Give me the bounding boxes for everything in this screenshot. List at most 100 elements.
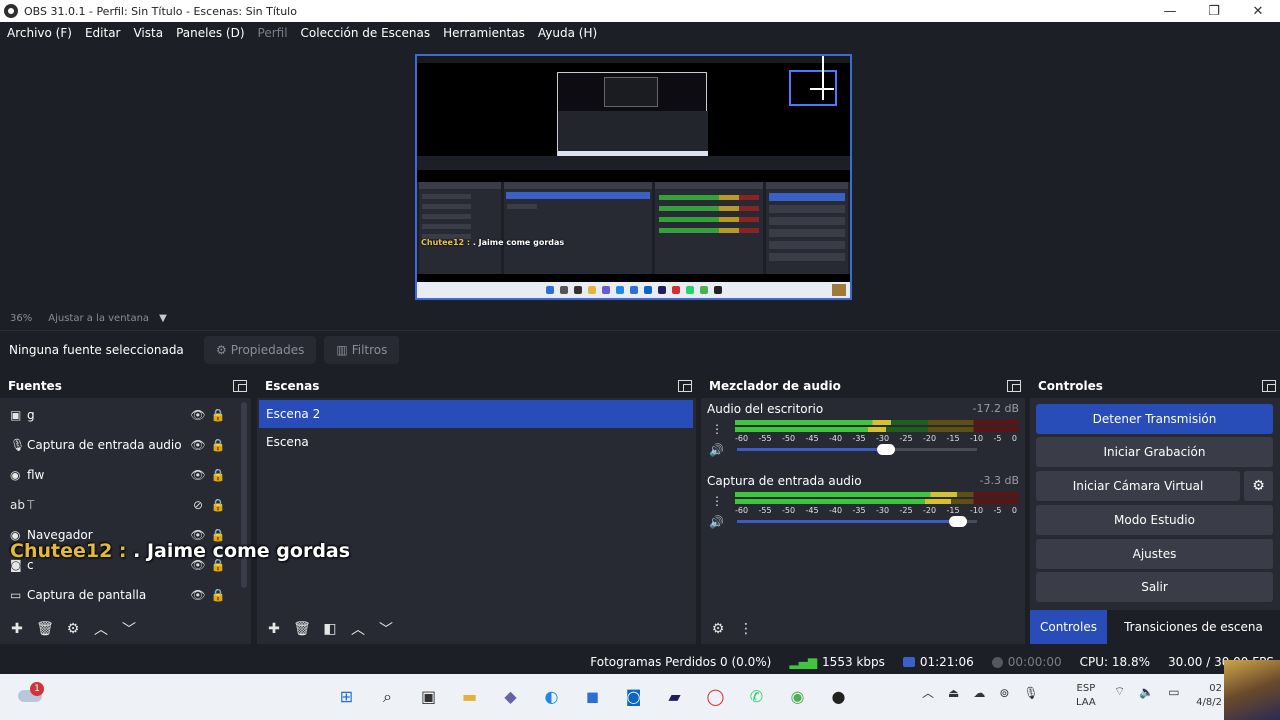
maximize-button[interactable]: ❐ bbox=[1192, 0, 1236, 22]
eye-icon[interactable]: 👁 bbox=[188, 408, 208, 422]
source-row[interactable]: 🎙 Captura de entrada audio 👁 🔒 bbox=[0, 430, 240, 460]
filters-button[interactable]: ▥ Filtros bbox=[324, 335, 400, 364]
eye-icon[interactable]: 👁 bbox=[188, 588, 208, 602]
store-icon[interactable]: ◼ bbox=[578, 682, 607, 711]
cpu-usage: CPU: 18.8% bbox=[1079, 655, 1151, 669]
opera-icon[interactable]: ◯ bbox=[701, 682, 730, 711]
channel-name: Audio del escritorio bbox=[707, 402, 824, 416]
preview-nested-docks bbox=[558, 111, 708, 151]
trash-icon[interactable]: 🗑 bbox=[291, 618, 313, 640]
menu-coleccion-escenas[interactable]: Colección de Escenas bbox=[301, 26, 431, 40]
minimize-button[interactable]: — bbox=[1148, 0, 1192, 22]
source-row[interactable]: ◉ flw 👁 🔒 bbox=[0, 460, 240, 490]
virtual-camera-gear-icon[interactable]: ⚙ bbox=[1244, 471, 1273, 501]
file-explorer-icon[interactable]: ▬ bbox=[455, 682, 484, 711]
preview-canvas[interactable]: Chutee12 : . Jaime come gordas bbox=[415, 54, 852, 300]
volume-slider[interactable] bbox=[737, 444, 977, 455]
lang-top: ESP bbox=[1076, 683, 1096, 694]
stop-stream-button[interactable]: Detener Transmisión bbox=[1036, 404, 1273, 434]
chevron-up-icon[interactable]: ︿ bbox=[922, 684, 934, 701]
whatsapp-icon[interactable]: ✆ bbox=[742, 682, 771, 711]
speaker-icon[interactable]: 🔊 bbox=[709, 515, 724, 529]
battery-icon[interactable]: ▭ bbox=[1168, 685, 1179, 699]
exit-button[interactable]: Salir bbox=[1036, 572, 1273, 602]
undock-icon[interactable] bbox=[1262, 380, 1276, 392]
undock-icon[interactable] bbox=[678, 380, 692, 392]
channel-menu-icon[interactable]: ⋮ bbox=[711, 494, 723, 508]
usb-icon[interactable]: ⏏ bbox=[948, 686, 959, 700]
menu-perfil[interactable]: Perfil bbox=[258, 26, 288, 40]
add-source-icon[interactable]: ✚ bbox=[6, 618, 28, 640]
scene-filters-icon[interactable]: ◧ bbox=[319, 618, 341, 640]
windows-start-icon[interactable]: ⊞ bbox=[332, 682, 361, 711]
gear-icon[interactable]: ⚙ bbox=[62, 618, 84, 640]
obs-taskbar-icon[interactable]: ● bbox=[824, 682, 853, 711]
wifi-icon[interactable]: ⌔ bbox=[1114, 684, 1125, 699]
outlook-icon[interactable]: ◙ bbox=[619, 682, 648, 711]
volume-slider-knob[interactable] bbox=[876, 444, 895, 455]
zoom-fit-label[interactable]: Ajustar a la ventana bbox=[48, 313, 149, 324]
arrow-down-icon[interactable]: ﹀ bbox=[375, 618, 397, 640]
source-row[interactable]: ab T ⊘ 🔒 bbox=[0, 490, 240, 520]
lock-icon[interactable]: 🔒 bbox=[208, 588, 228, 602]
lock-icon[interactable]: 🔒 bbox=[208, 468, 228, 482]
weather-widget[interactable]: 1 bbox=[18, 682, 44, 706]
menu-vista[interactable]: Vista bbox=[133, 26, 163, 40]
scene-row[interactable]: Escena bbox=[259, 428, 693, 456]
menu-paneles[interactable]: Paneles (D) bbox=[176, 26, 244, 40]
close-button[interactable]: ✕ bbox=[1236, 0, 1280, 22]
eye-icon[interactable]: 👁 bbox=[188, 438, 208, 452]
lock-icon[interactable]: 🔒 bbox=[208, 408, 228, 422]
edge-icon[interactable]: ◐ bbox=[537, 682, 566, 711]
trash-icon[interactable]: 🗑 bbox=[34, 618, 56, 640]
add-scene-icon[interactable]: ✚ bbox=[263, 618, 285, 640]
properties-button[interactable]: ⚙ Propiedades bbox=[204, 335, 317, 364]
menu-editar[interactable]: Editar bbox=[85, 26, 121, 40]
lock-icon[interactable]: 🔒 bbox=[208, 498, 228, 512]
tab-controls[interactable]: Controles bbox=[1030, 610, 1107, 644]
volume-icon[interactable]: 🔈 bbox=[1139, 685, 1154, 699]
arrow-up-icon[interactable]: ︿ bbox=[347, 618, 369, 640]
eye-icon[interactable]: 👁 bbox=[188, 468, 208, 482]
preview-cursor-crosshair-h bbox=[810, 88, 834, 90]
volume-slider-knob[interactable] bbox=[948, 516, 967, 527]
volume-slider[interactable] bbox=[737, 516, 977, 527]
language-indicator[interactable]: ESP LAA bbox=[1076, 682, 1096, 710]
scenes-list: Escena 2 Escena bbox=[259, 400, 693, 456]
undock-icon[interactable] bbox=[233, 380, 247, 392]
preview-area: Chutee12 : . Jaime come gordas bbox=[0, 44, 1280, 310]
arrow-down-icon[interactable]: ﹀ bbox=[118, 618, 140, 640]
task-view-icon[interactable]: ▣ bbox=[414, 682, 443, 711]
menu-archivo[interactable]: Archivo (F) bbox=[7, 26, 72, 40]
settings-button[interactable]: Ajustes bbox=[1036, 539, 1273, 569]
source-name: flw bbox=[27, 468, 45, 482]
source-row[interactable]: ▭ Captura de pantalla 👁 🔒 bbox=[0, 580, 240, 610]
microphone-icon[interactable]: 🎙 bbox=[1023, 686, 1038, 700]
more-options-icon[interactable]: ⋮ bbox=[735, 618, 757, 640]
menu-ayuda[interactable]: Ayuda (H) bbox=[538, 26, 597, 40]
chrome-icon[interactable]: ◉ bbox=[783, 682, 812, 711]
studio-mode-button[interactable]: Modo Estudio bbox=[1036, 505, 1273, 535]
search-icon[interactable]: ⌕ bbox=[373, 682, 402, 711]
meter-tick: -25 bbox=[899, 506, 913, 515]
menu-herramientas[interactable]: Herramientas bbox=[443, 26, 525, 40]
arrow-up-icon[interactable]: ︿ bbox=[90, 618, 112, 640]
start-recording-button[interactable]: Iniciar Grabación bbox=[1036, 437, 1273, 467]
source-row[interactable]: ▣ g 👁 🔒 bbox=[0, 400, 240, 430]
tab-scene-transitions[interactable]: Transiciones de escena bbox=[1107, 610, 1280, 644]
speaker-icon[interactable]: 🔊 bbox=[709, 443, 724, 457]
disney-plus-icon[interactable]: ▰ bbox=[660, 682, 689, 711]
chevron-down-icon[interactable]: ▼ bbox=[159, 313, 167, 324]
channel-menu-icon[interactable]: ⋮ bbox=[711, 422, 723, 436]
record-tray-icon[interactable]: ⊚ bbox=[999, 686, 1009, 700]
clock[interactable]: 02 4/8/2 bbox=[1196, 682, 1222, 710]
lock-icon[interactable]: 🔒 bbox=[208, 438, 228, 452]
eye-hidden-icon[interactable]: ⊘ bbox=[188, 498, 208, 512]
scene-row[interactable]: Escena 2 bbox=[259, 400, 693, 428]
teams-icon[interactable]: ◆ bbox=[496, 682, 525, 711]
advanced-audio-gear-icon[interactable]: ⚙ bbox=[707, 618, 729, 640]
undock-icon[interactable] bbox=[1007, 380, 1021, 392]
cloud-sync-icon[interactable]: ☁ bbox=[973, 686, 985, 700]
meter-left-level bbox=[735, 492, 957, 497]
start-virtual-camera-button[interactable]: Iniciar Cámara Virtual bbox=[1036, 471, 1240, 501]
